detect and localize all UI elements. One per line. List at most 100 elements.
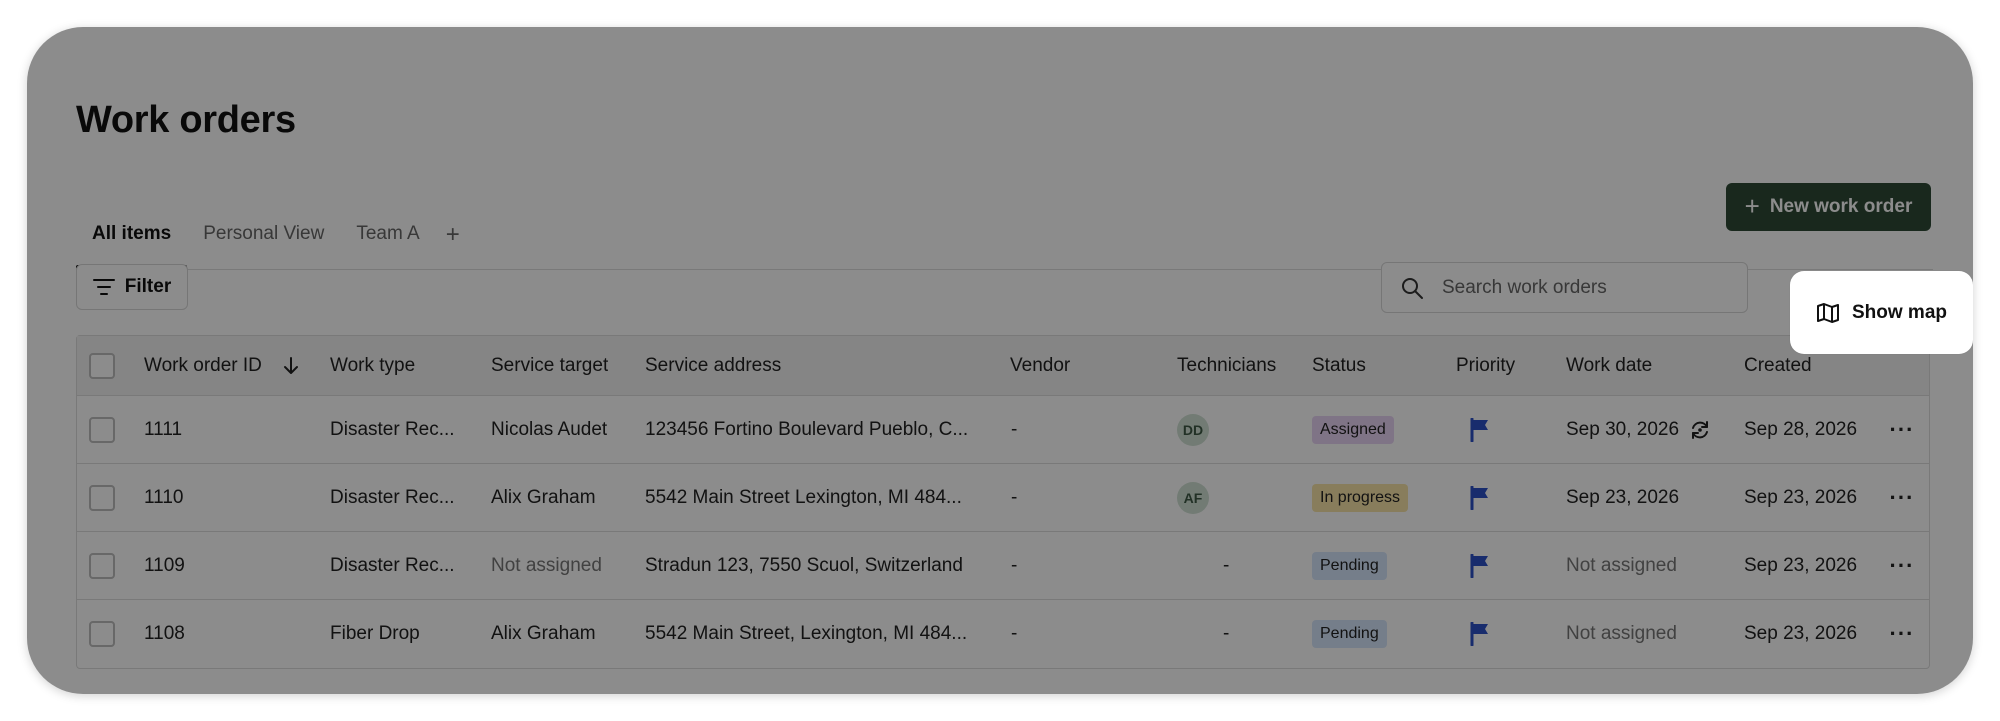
cell-service-target: Not assigned: [491, 554, 602, 576]
cell-technicians: AF: [1177, 464, 1297, 531]
cell-status: Pending: [1312, 600, 1387, 668]
cell-service-target: Alix Graham: [491, 486, 596, 508]
search-icon: [1402, 277, 1423, 299]
cell-work-date: Not assigned: [1566, 623, 1677, 644]
cell-status: Assigned: [1312, 396, 1394, 463]
column-header-work-date[interactable]: Work date: [1566, 336, 1652, 395]
cell-work-order-id: 1108: [144, 623, 185, 644]
show-map-button[interactable]: Show map: [1790, 271, 1973, 354]
tab-team-a[interactable]: Team A: [340, 195, 435, 269]
filter-button[interactable]: Filter: [76, 264, 188, 310]
avatar[interactable]: AF: [1177, 481, 1209, 514]
filter-icon: [92, 279, 115, 295]
cell-work-type: Fiber Drop: [330, 623, 420, 644]
cell-technicians: -: [1223, 554, 1230, 576]
row-checkbox[interactable]: [89, 621, 115, 647]
cell-priority: [1470, 464, 1492, 531]
work-date-value: Sep 30, 2026: [1566, 418, 1680, 440]
work-orders-table: Work order ID Work type Service target S…: [76, 335, 1930, 669]
table-row[interactable]: 1108 Fiber Drop Alix Graham 5542 Main St…: [77, 600, 1929, 668]
row-select-cell: [89, 396, 115, 463]
add-tab-button[interactable]: +: [436, 195, 470, 269]
cell-created: Sep 23, 2026: [1744, 486, 1858, 508]
cell-work-type: Disaster Rec...: [330, 418, 455, 440]
row-checkbox[interactable]: [89, 484, 115, 511]
flag-icon: [1470, 622, 1488, 646]
tab-personal-view[interactable]: Personal View: [187, 195, 340, 269]
cell-work-date: Not assigned: [1566, 554, 1677, 576]
cell-created: Sep 23, 2026: [1744, 554, 1858, 576]
cell-service-address: Stradun 123, 7550 Scuol, Switzerland: [645, 554, 963, 576]
table-row[interactable]: 1111 Disaster Rec... Nicolas Audet 12345…: [77, 396, 1929, 464]
row-checkbox[interactable]: [89, 416, 115, 443]
cell-vendor: -: [1011, 418, 1018, 440]
app-frame: Work orders All items Personal View Team…: [27, 27, 1973, 694]
column-header-work-order-id[interactable]: Work order ID: [144, 336, 300, 395]
cell-vendor: -: [1011, 554, 1018, 576]
column-header-service-target[interactable]: Service target: [491, 336, 608, 395]
cell-status: Pending: [1312, 532, 1387, 599]
row-select-cell: [89, 464, 115, 531]
cell-service-target: Alix Graham: [491, 623, 596, 644]
more-icon[interactable]: ···: [1887, 600, 1917, 668]
sort-down-icon[interactable]: [282, 356, 300, 376]
row-checkbox[interactable]: [89, 552, 115, 579]
column-header-technicians[interactable]: Technicians: [1177, 336, 1276, 395]
cell-work-order-id: 1110: [144, 486, 184, 508]
column-header-service-address[interactable]: Service address: [645, 336, 781, 395]
more-icon[interactable]: ···: [1887, 532, 1917, 599]
recurring-icon: [1692, 420, 1709, 439]
column-header-work-type[interactable]: Work type: [330, 336, 415, 395]
cell-created: Sep 28, 2026: [1744, 418, 1858, 440]
flag-icon: [1470, 417, 1488, 442]
cell-created: Sep 23, 2026: [1744, 623, 1858, 644]
cell-technicians: DD: [1177, 396, 1297, 463]
status-badge: In progress: [1312, 483, 1409, 512]
cell-service-target: Nicolas Audet: [491, 418, 608, 440]
map-icon: [1816, 302, 1839, 323]
more-icon[interactable]: ···: [1887, 464, 1917, 531]
cell-service-address: 5542 Main Street, Lexington, MI 484...: [645, 623, 968, 644]
status-badge: Pending: [1312, 551, 1387, 580]
show-map-label: Show map: [1851, 301, 1947, 323]
table-row[interactable]: 1110 Disaster Rec... Alix Graham 5542 Ma…: [77, 464, 1929, 532]
cell-vendor: -: [1011, 623, 1018, 644]
cell-work-type: Disaster Rec...: [330, 486, 455, 508]
cell-work-order-id: 1111: [144, 418, 183, 440]
flag-icon: [1470, 553, 1488, 578]
search-input[interactable]: [1442, 276, 1742, 299]
cell-priority: [1470, 532, 1492, 599]
search-box: [1381, 262, 1748, 313]
new-work-order-button[interactable]: + New work order: [1726, 183, 1931, 231]
cell-priority: [1470, 396, 1492, 463]
cell-work-type: Disaster Rec...: [330, 554, 455, 576]
more-icon[interactable]: ···: [1887, 396, 1917, 463]
tab-all-items[interactable]: All items: [76, 195, 188, 269]
table-row[interactable]: 1109 Disaster Rec... Not assigned Stradu…: [77, 532, 1929, 600]
cell-service-address: 123456 Fortino Boulevard Pueblo, C...: [645, 418, 969, 440]
column-header-priority[interactable]: Priority: [1456, 336, 1515, 395]
column-header-label: Work order ID: [144, 354, 262, 376]
column-header-status[interactable]: Status: [1312, 336, 1366, 395]
avatar[interactable]: DD: [1177, 413, 1209, 446]
filter-label: Filter: [124, 276, 172, 297]
cell-priority: [1470, 600, 1492, 668]
cell-service-address: 5542 Main Street Lexington, MI 484...: [645, 486, 962, 508]
cell-technicians: -: [1223, 623, 1230, 644]
select-all-checkbox[interactable]: [89, 352, 115, 379]
view-tabs: All items Personal View Team A +: [76, 195, 470, 269]
status-badge: Assigned: [1312, 415, 1394, 444]
cell-status: In progress: [1312, 464, 1409, 531]
cell-work-order-id: 1109: [144, 554, 185, 576]
plus-icon: +: [1744, 190, 1760, 221]
row-select-cell: [89, 600, 115, 668]
flag-icon: [1470, 485, 1488, 510]
cell-vendor: -: [1011, 486, 1018, 508]
page-content: Work orders All items Personal View Team…: [27, 27, 1973, 694]
column-header-vendor[interactable]: Vendor: [1010, 336, 1070, 395]
row-select-cell: [89, 532, 115, 599]
page-title: Work orders: [76, 99, 296, 141]
table-header-row: Work order ID Work type Service target S…: [77, 336, 1929, 396]
cell-work-date: Sep 30, 2026: [1566, 396, 1711, 463]
cell-work-date: Sep 23, 2026: [1566, 486, 1680, 508]
